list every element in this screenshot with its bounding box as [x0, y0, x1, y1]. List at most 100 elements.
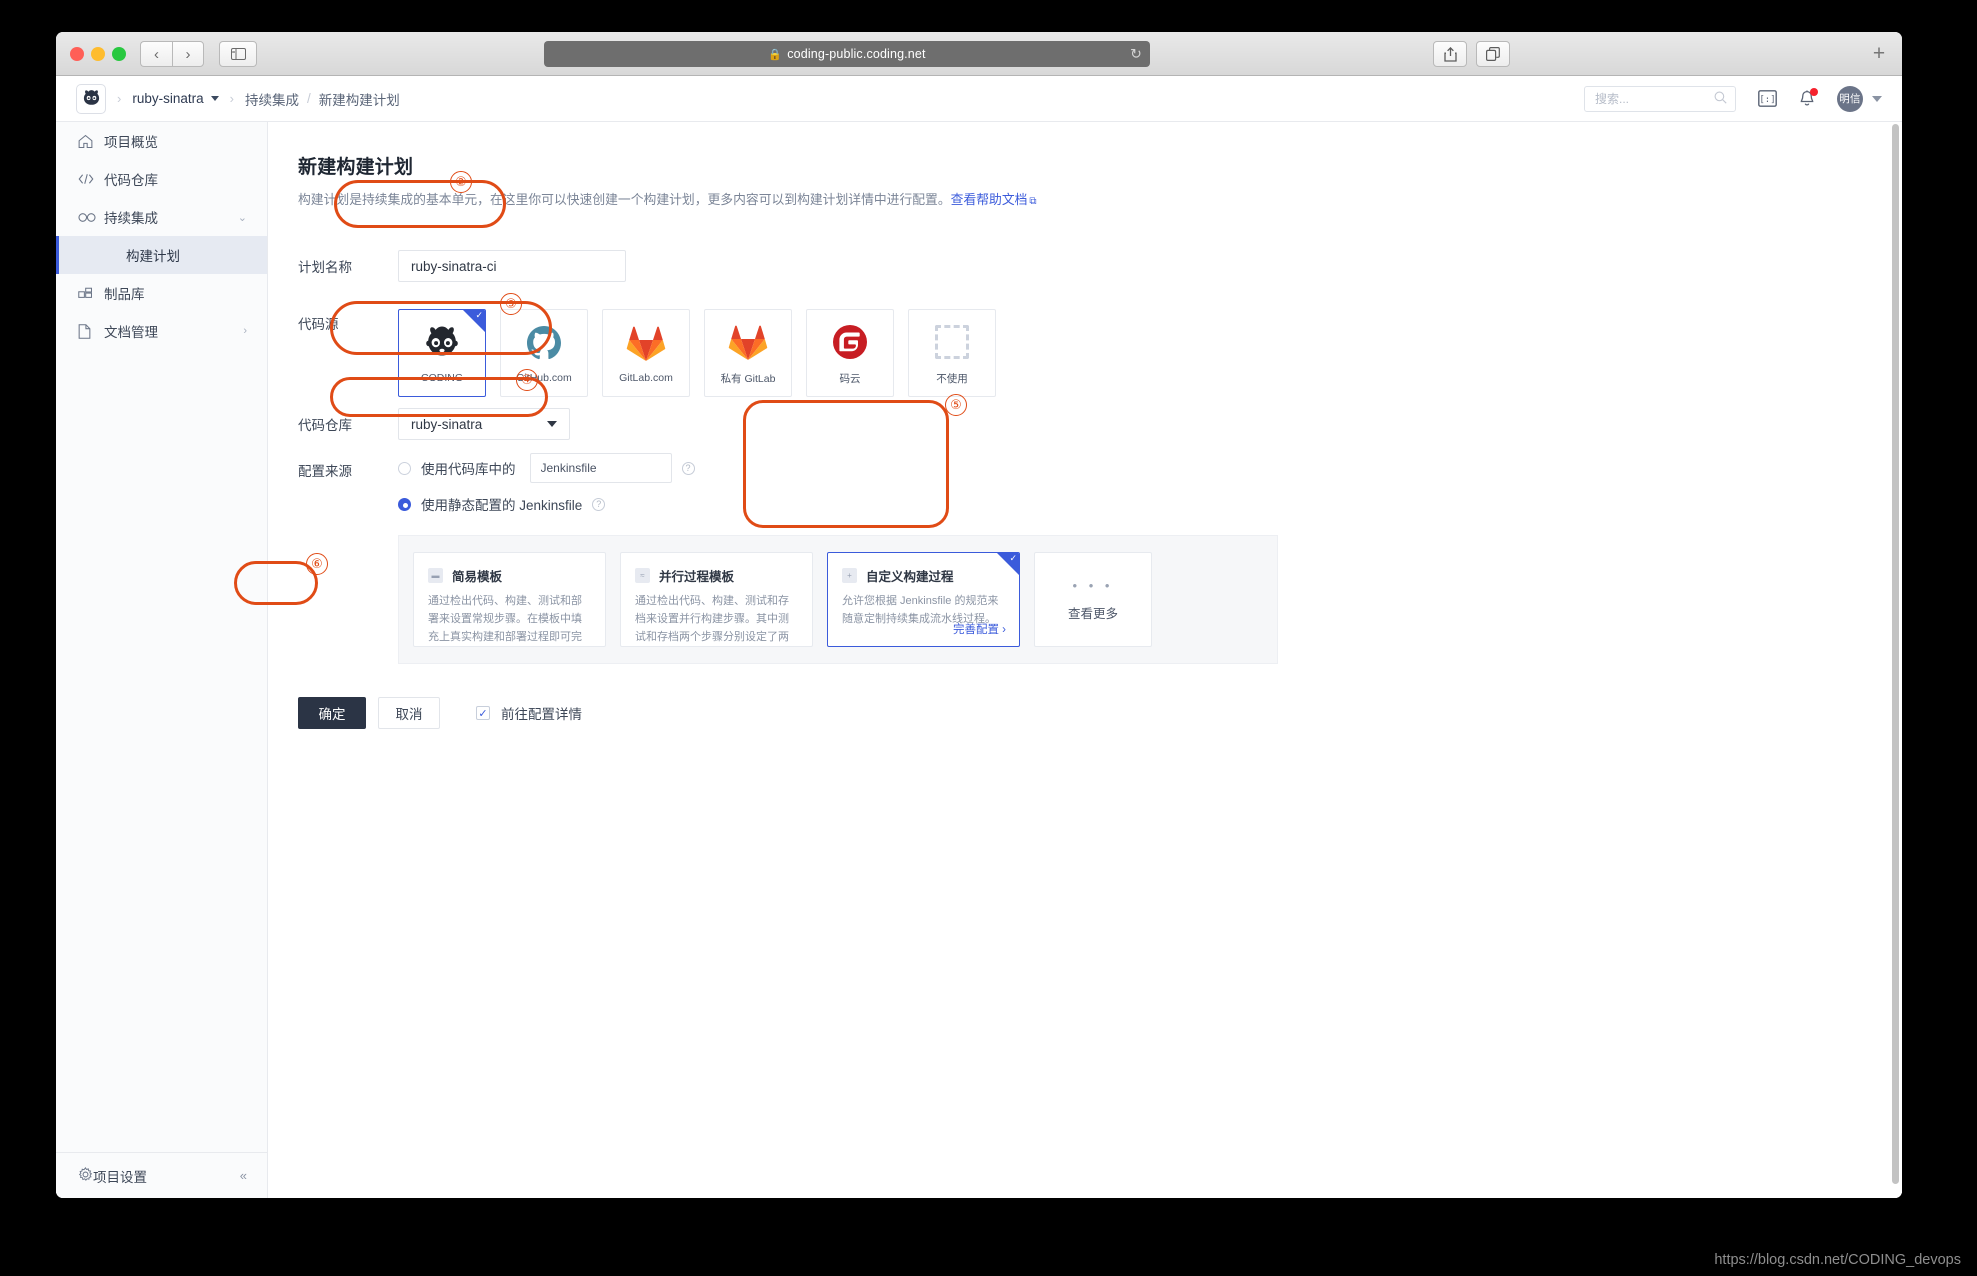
radio-option-static-jenkinsfile[interactable]: 使用静态配置的 Jenkinsfile ? — [398, 487, 1902, 521]
address-bar[interactable]: 🔒 coding-public.coding.net ↻ — [544, 41, 1150, 67]
jenkinsfile-path-input[interactable] — [530, 453, 672, 483]
template-card-title: 简易模板 — [452, 566, 502, 585]
template-card-custom[interactable]: ✓ + 自定义构建过程 允许您根据 Jenkinsfile 的规范来随意定制持续… — [827, 552, 1020, 647]
form-row-repository: 代码仓库 ruby-sinatra — [298, 397, 1902, 451]
breadcrumb-separator-3: / — [307, 91, 311, 106]
app-header: › ruby-sinatra › 持续集成 / 新建构建计划 — [56, 76, 1902, 122]
cancel-button[interactable]: 取消 — [378, 697, 440, 729]
plan-name-input[interactable] — [398, 250, 626, 282]
avatar: 明信 — [1837, 86, 1863, 112]
code-source-card-list: ✓ — [398, 309, 1902, 397]
magnifier-icon — [1714, 91, 1727, 104]
svg-text:[:]: [:] — [1759, 95, 1775, 105]
view-more-templates-card[interactable]: • • • 查看更多 — [1034, 552, 1152, 647]
sidebar-item-docs[interactable]: 文档管理 › — [56, 312, 267, 350]
ellipsis-icon: • • • — [1073, 578, 1114, 593]
terminal-icon[interactable]: [:] — [1758, 90, 1777, 107]
url-text: coding-public.coding.net — [787, 47, 925, 61]
lock-icon: 🔒 — [768, 48, 782, 61]
external-link-icon: ⧉ — [1029, 196, 1036, 207]
form-row-config-source: 配置来源 使用代码库中的 ? 使用静态配置的 Jenkinsfile — [298, 451, 1902, 664]
coding-logo-icon — [421, 322, 463, 364]
forward-button[interactable]: › — [172, 41, 204, 67]
web-app: › ruby-sinatra › 持续集成 / 新建构建计划 — [56, 76, 1902, 1198]
sidebar-toggle-icon[interactable] — [219, 41, 257, 67]
source-card-label: GitHub.com — [516, 372, 571, 384]
complete-config-link[interactable]: 完善配置 › — [953, 621, 1006, 637]
close-window-button[interactable] — [70, 47, 84, 61]
breadcrumb-current-page: 新建构建计划 — [319, 89, 400, 109]
repository-select[interactable]: ruby-sinatra — [398, 408, 570, 440]
source-card-gitee[interactable]: 码云 — [806, 309, 894, 397]
github-logo-icon — [524, 322, 564, 364]
radio-option-repo-jenkinsfile[interactable]: 使用代码库中的 ? — [398, 451, 1902, 485]
source-card-github[interactable]: GitHub.com — [500, 309, 588, 397]
radio-button[interactable] — [398, 462, 411, 475]
radio-button[interactable] — [398, 498, 411, 511]
reload-icon[interactable]: ↻ — [1130, 46, 1142, 63]
source-card-label: 码云 — [840, 371, 861, 386]
search-input[interactable] — [1585, 92, 1705, 106]
sidebar-item-artifacts[interactable]: 制品库 — [56, 274, 267, 312]
goto-detail-checkbox-row[interactable]: ✓ 前往配置详情 — [476, 703, 582, 723]
coding-logo[interactable] — [76, 84, 106, 114]
breadcrumb-separator-2: › — [230, 91, 234, 106]
infinity-icon — [78, 212, 100, 223]
sidebar-spacer — [56, 350, 267, 1152]
check-icon: ✓ — [475, 311, 483, 320]
template-card-header: + 自定义构建过程 — [842, 566, 1005, 585]
breadcrumb-project[interactable]: ruby-sinatra — [132, 91, 218, 106]
confirm-button[interactable]: 确定 — [298, 697, 366, 729]
form-row-code-source: 代码源 ✓ — [298, 295, 1902, 397]
bell-icon[interactable] — [1799, 90, 1815, 108]
package-icon — [78, 286, 100, 300]
repository-selected-value: ruby-sinatra — [411, 417, 482, 432]
search-box[interactable] — [1584, 86, 1736, 112]
sidebar-item-build-plan[interactable]: 构建计划 — [56, 236, 267, 274]
template-card-simple[interactable]: ▬ 简易模板 通过检出代码、构建、测试和部署来设置常规步骤。在模板中填充上真实构… — [413, 552, 606, 647]
breadcrumb-module[interactable]: 持续集成 — [245, 89, 299, 109]
help-doc-link[interactable]: 查看帮助文档⧉ — [951, 192, 1037, 207]
help-icon[interactable]: ? — [682, 462, 695, 475]
terminal-window-icon: [:] — [1758, 90, 1777, 107]
main-content: 新建构建计划 构建计划是持续集成的基本单元，在这里你可以快速创建一个构建计划，更… — [268, 122, 1902, 1198]
source-card-none[interactable]: 不使用 — [908, 309, 996, 397]
user-menu[interactable]: 明信 — [1837, 86, 1882, 112]
page-description: 构建计划是持续集成的基本单元，在这里你可以快速创建一个构建计划，更多内容可以到构… — [298, 190, 1902, 209]
template-card-parallel[interactable]: ≈ 并行过程模板 通过检出代码、构建、测试和存档来设置并行构建步骤。其中测试和存… — [620, 552, 813, 647]
template-card-header: ≈ 并行过程模板 — [635, 566, 798, 585]
radio-label: 使用代码库中的 — [421, 458, 516, 478]
page-description-text: 构建计划是持续集成的基本单元，在这里你可以快速创建一个构建计划，更多内容可以到构… — [298, 192, 951, 207]
vertical-scrollbar[interactable] — [1892, 124, 1899, 1184]
source-card-coding[interactable]: ✓ — [398, 309, 486, 397]
sidebar-item-label: 项目概览 — [104, 131, 158, 151]
sidebar-item-ci[interactable]: 持续集成 ⌄ — [56, 198, 267, 236]
plan-name-field — [398, 250, 1902, 282]
notification-badge — [1810, 88, 1818, 96]
collapse-icon[interactable]: « — [240, 1168, 247, 1183]
sidebar-item-project-settings[interactable]: 项目设置 « — [56, 1152, 267, 1198]
maximize-window-button[interactable] — [112, 47, 126, 61]
sidebar: 项目概览 代码仓库 — [56, 122, 268, 1198]
sidebar-subitem-label: 构建计划 — [126, 245, 180, 265]
minimize-window-button[interactable] — [91, 47, 105, 61]
show-tabs-button[interactable] — [1476, 41, 1510, 67]
source-card-label: CODING — [421, 372, 463, 384]
goto-detail-checkbox[interactable]: ✓ — [476, 706, 490, 720]
help-icon[interactable]: ? — [592, 498, 605, 511]
source-card-label: 私有 GitLab — [721, 371, 776, 386]
chevron-down-icon: ⌄ — [238, 211, 247, 224]
gitee-logo-icon — [830, 321, 870, 363]
source-card-gitlab[interactable]: GitLab.com — [602, 309, 690, 397]
back-button[interactable]: ‹ — [140, 41, 172, 67]
source-card-private-gitlab[interactable]: 私有 GitLab — [704, 309, 792, 397]
template-card-header: ▬ 简易模板 — [428, 566, 591, 585]
check-icon: ✓ — [1009, 554, 1017, 563]
sidebar-item-overview[interactable]: 项目概览 — [56, 122, 267, 160]
share-button[interactable] — [1433, 41, 1467, 67]
new-tab-button[interactable]: + — [1866, 41, 1892, 67]
form-actions: 确定 取消 ✓ 前往配置详情 — [298, 697, 1902, 729]
search-icon[interactable] — [1714, 91, 1727, 107]
sidebar-item-code-repo[interactable]: 代码仓库 — [56, 160, 267, 198]
code-icon — [78, 172, 100, 186]
